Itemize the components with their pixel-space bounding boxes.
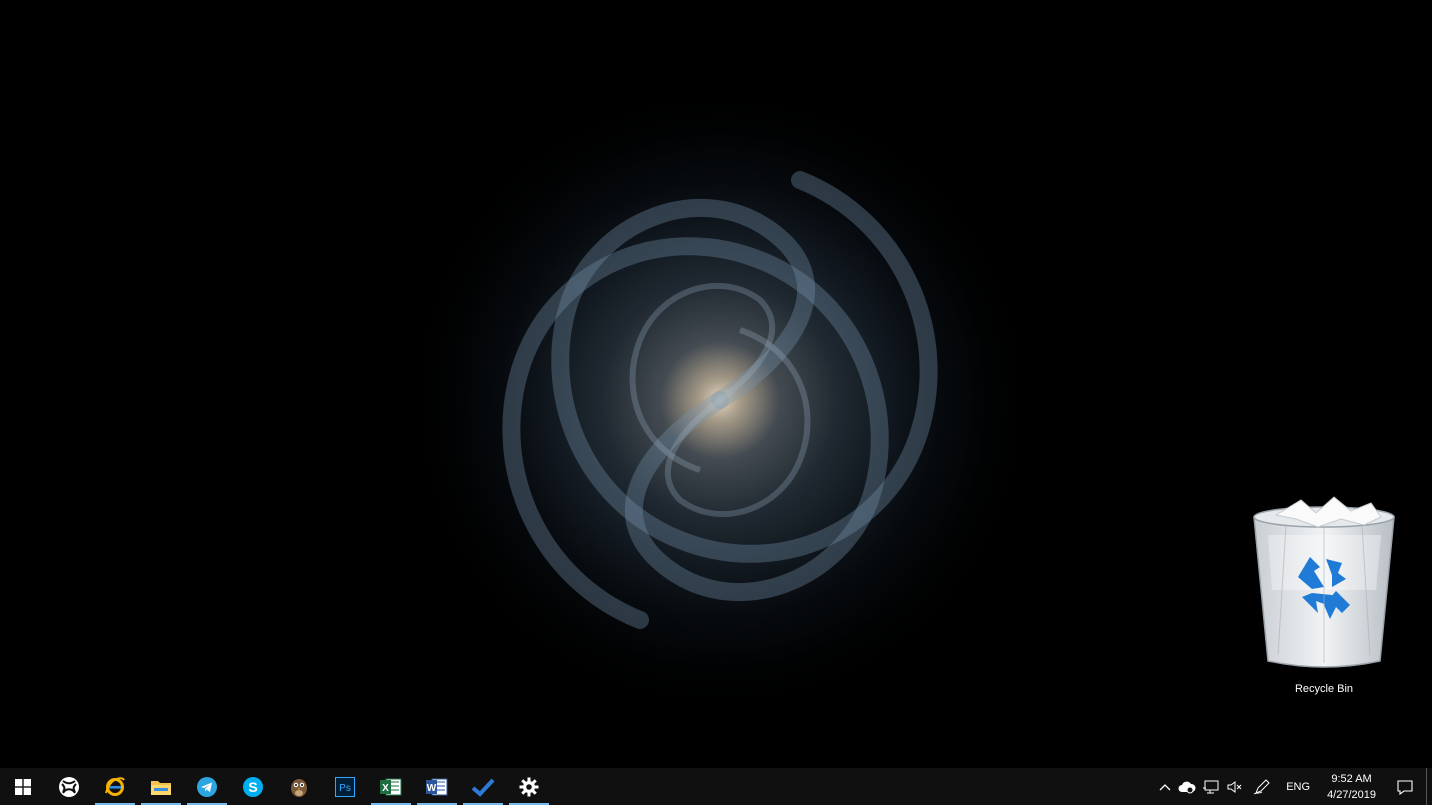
xbox-icon <box>59 776 79 797</box>
taskbar-app-word[interactable]: W <box>414 768 460 805</box>
volume-muted-icon <box>1227 780 1242 793</box>
desktop-icon-recycle-bin[interactable]: Recycle Bin <box>1243 495 1405 700</box>
network-monitor-icon <box>1203 780 1219 793</box>
bird-app-icon <box>291 778 307 797</box>
pen-workspace-icon <box>1253 778 1270 794</box>
taskbar-app-settings[interactable] <box>506 768 552 805</box>
gear-icon <box>519 777 539 796</box>
cloud-sync-icon <box>1178 781 1196 793</box>
photoshop-icon: Ps <box>335 776 355 797</box>
windows-logo-icon <box>15 778 31 795</box>
skype-icon: S <box>243 776 263 797</box>
folder-icon <box>151 780 171 795</box>
telegram-icon <box>197 776 217 797</box>
taskbar-app-skype[interactable]: S <box>230 768 276 805</box>
input-language-indicator[interactable]: ENG <box>1277 768 1319 805</box>
recycle-bin-icon <box>1253 496 1395 668</box>
galaxy-arms <box>502 171 938 629</box>
tray-network[interactable] <box>1199 768 1223 805</box>
action-center-button[interactable] <box>1384 768 1426 805</box>
clock-date: 4/27/2019 <box>1327 788 1376 801</box>
taskbar-app-bird[interactable] <box>276 768 322 805</box>
taskbar-app-file-explorer[interactable] <box>138 768 184 805</box>
clock-time: 9:52 AM <box>1331 772 1372 785</box>
taskbar-app-todo[interactable] <box>460 768 506 805</box>
show-hidden-icons-button[interactable] <box>1155 768 1175 805</box>
notification-icon <box>1397 779 1413 795</box>
taskbar-app-photoshop[interactable]: Ps <box>322 768 368 805</box>
taskbar: S Ps X W ENG 9:52 AM 4/27/2019 <box>0 768 1432 805</box>
show-desktop-button[interactable] <box>1426 768 1432 805</box>
tray-onedrive[interactable] <box>1175 768 1199 805</box>
svg-text:Ps: Ps <box>339 783 351 794</box>
desktop[interactable]: Recycle Bin <box>0 0 1432 768</box>
taskbar-clock[interactable]: 9:52 AM 4/27/2019 <box>1319 768 1384 805</box>
taskbar-app-telegram[interactable] <box>184 768 230 805</box>
system-tray: ENG 9:52 AM 4/27/2019 <box>1155 768 1432 805</box>
svg-text:X: X <box>382 783 389 794</box>
svg-text:W: W <box>427 783 437 794</box>
excel-icon: X <box>380 778 402 795</box>
start-button[interactable] <box>0 768 46 805</box>
taskbar-app-xbox[interactable] <box>46 768 92 805</box>
checkmark-icon <box>471 778 495 797</box>
taskbar-app-internet-explorer[interactable] <box>92 768 138 805</box>
svg-text:S: S <box>248 779 257 795</box>
recycle-bin-label: Recycle Bin <box>1294 683 1354 695</box>
tray-pen[interactable] <box>1247 768 1277 805</box>
word-icon: W <box>426 778 448 795</box>
chevron-up-icon <box>1159 783 1171 790</box>
taskbar-app-excel[interactable]: X <box>368 768 414 805</box>
internet-explorer-icon <box>105 776 125 796</box>
tray-volume[interactable] <box>1223 768 1247 805</box>
